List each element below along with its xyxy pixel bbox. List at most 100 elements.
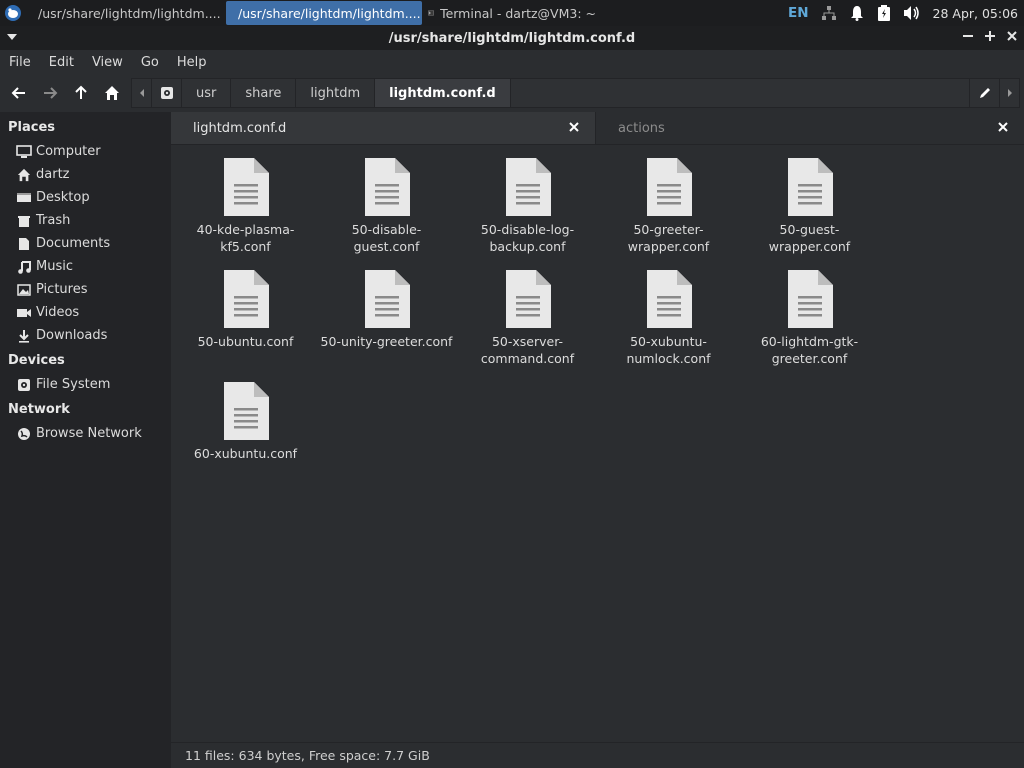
sidebar-item-computer[interactable]: Computer: [0, 140, 171, 163]
text-file-icon: [363, 269, 411, 329]
file-item[interactable]: 50-greeter-wrapper.conf: [598, 155, 739, 267]
breadcrumb-scroll-right[interactable]: [999, 79, 1019, 107]
file-name: 50-disable-guest.conf: [351, 222, 422, 254]
sidebar-item-dartz[interactable]: dartz: [0, 163, 171, 186]
sidebar-item-label: File System: [36, 377, 111, 392]
taskbar-item-label: /usr/share/lightdm/lightdm....: [38, 5, 221, 21]
close-tab-button[interactable]: [996, 120, 1010, 134]
edit-location-button[interactable]: [969, 79, 999, 107]
file-item[interactable]: 60-lightdm-gtk-greeter.conf: [739, 267, 880, 379]
maximize-icon: [985, 31, 995, 41]
home-icon: [104, 86, 119, 100]
sidebar-item-downloads[interactable]: Downloads: [0, 324, 171, 347]
breadcrumb: usr share lightdm lightdm.conf.d: [131, 78, 1020, 108]
sidebar-item-videos[interactable]: Videos: [0, 301, 171, 324]
keyboard-layout-indicator[interactable]: EN: [788, 5, 809, 21]
file-name: 60-xubuntu.conf: [193, 446, 298, 461]
sidebar-header-places: Places: [8, 120, 56, 135]
text-file-icon: [222, 269, 270, 329]
documents-icon: [16, 236, 32, 252]
sidebar-item-trash[interactable]: Trash: [0, 209, 171, 232]
file-item[interactable]: 50-xserver-command.conf: [457, 267, 598, 379]
text-file-icon: [504, 269, 552, 329]
downloads-icon: [16, 328, 32, 344]
menu-view[interactable]: View: [87, 55, 128, 70]
breadcrumb-share[interactable]: share: [231, 79, 297, 107]
maximize-button[interactable]: [984, 28, 996, 46]
window-titlebar[interactable]: /usr/share/lightdm/lightdm.conf.d: [0, 26, 1024, 50]
sidebar-item-label: dartz: [36, 167, 70, 182]
file-item[interactable]: 50-xubuntu-numlock.conf: [598, 267, 739, 379]
breadcrumb-lightdm-conf-d[interactable]: lightdm.conf.d: [375, 79, 511, 107]
sidebar-item-desktop[interactable]: Desktop: [0, 186, 171, 209]
file-name: 60-lightdm-gtk-greeter.conf: [760, 334, 859, 366]
taskbar-item-terminal[interactable]: Terminal - dartz@VM3: ~: [422, 1, 602, 25]
network-tray-icon[interactable]: [821, 5, 837, 21]
text-file-icon: [222, 157, 270, 217]
file-item[interactable]: 50-ubuntu.conf: [175, 267, 316, 379]
clock[interactable]: 28 Apr, 05:06: [933, 6, 1018, 21]
network-icon: [16, 426, 32, 442]
file-view[interactable]: 40-kde-plasma-kf5.conf 50-disable-guest.c…: [171, 144, 1024, 742]
breadcrumb-root[interactable]: [152, 79, 182, 107]
sidebar-item-pictures[interactable]: Pictures: [0, 278, 171, 301]
chevron-right-icon: [1007, 89, 1012, 97]
breadcrumb-lightdm[interactable]: lightdm: [296, 79, 376, 107]
text-file-icon: [786, 269, 834, 329]
breadcrumb-usr[interactable]: usr: [182, 79, 232, 107]
back-button[interactable]: [3, 78, 34, 109]
app-menu-button[interactable]: [0, 0, 26, 26]
sidebar-item-label: Videos: [36, 305, 80, 320]
minimize-button[interactable]: [962, 28, 974, 46]
notification-bell-icon[interactable]: [849, 5, 865, 21]
sidebar-item-label: Pictures: [36, 282, 88, 297]
sidebar-item-label: Documents: [36, 236, 111, 251]
sidebar-item-file-system[interactable]: File System: [0, 373, 171, 396]
chevron-left-icon: [139, 89, 144, 97]
pictures-icon: [16, 282, 32, 298]
menubar: File Edit View Go Help: [0, 50, 1024, 74]
home-icon: [16, 167, 32, 183]
taskbar-item-editor[interactable]: /usr/share/lightdm/lightdm....: [26, 1, 226, 25]
file-item[interactable]: 40-kde-plasma-kf5.conf: [175, 155, 316, 267]
menu-go[interactable]: Go: [136, 55, 164, 70]
file-item[interactable]: 50-guest-wrapper.conf: [739, 155, 880, 267]
close-tab-button[interactable]: [567, 120, 581, 134]
home-button[interactable]: [96, 78, 127, 109]
close-window-button[interactable]: [1006, 28, 1018, 46]
menu-file[interactable]: File: [4, 55, 36, 70]
tab-label: actions: [618, 120, 665, 136]
close-icon: [1007, 31, 1017, 41]
tab-actions[interactable]: actions: [596, 112, 1024, 144]
up-button[interactable]: [65, 78, 96, 109]
drive-icon: [160, 87, 173, 99]
file-item[interactable]: 50-disable-guest.conf: [316, 155, 457, 267]
sidebar-item-browse-network[interactable]: Browse Network: [0, 422, 171, 445]
sidebar-item-documents[interactable]: Documents: [0, 232, 171, 255]
battery-icon[interactable]: [877, 5, 891, 21]
breadcrumb-scroll-left[interactable]: [132, 79, 152, 107]
menu-help[interactable]: Help: [172, 55, 212, 70]
taskbar-item-file-manager[interactable]: /usr/share/lightdm/lightdm....: [226, 1, 422, 25]
sidebar-header-network: Network: [8, 402, 70, 417]
minimize-icon: [963, 35, 973, 37]
sidebar-item-music[interactable]: Music: [0, 255, 171, 278]
tab-lightdm-conf-d[interactable]: lightdm.conf.d: [171, 112, 596, 144]
text-file-icon: [504, 157, 552, 217]
videos-icon: [16, 305, 32, 321]
forward-button[interactable]: [34, 78, 65, 109]
file-item[interactable]: 50-unity-greeter.conf: [316, 267, 457, 379]
file-item[interactable]: 50-disable-log-backup.conf: [457, 155, 598, 267]
sidebar-header-devices: Devices: [8, 353, 65, 368]
window-menu-button[interactable]: [6, 31, 18, 46]
trash-icon: [16, 213, 32, 229]
sidebar-item-label: Computer: [36, 144, 101, 159]
volume-icon[interactable]: [903, 5, 921, 21]
arrow-right-icon: [43, 87, 57, 99]
file-item[interactable]: 60-xubuntu.conf: [175, 379, 316, 491]
file-name: 50-greeter-wrapper.conf: [627, 222, 710, 254]
top-panel: /usr/share/lightdm/lightdm.... /usr/shar…: [0, 0, 1024, 26]
menu-edit[interactable]: Edit: [44, 55, 79, 70]
tab-bar: lightdm.conf.d actions: [171, 112, 1024, 144]
file-name: 50-ubuntu.conf: [197, 334, 294, 349]
